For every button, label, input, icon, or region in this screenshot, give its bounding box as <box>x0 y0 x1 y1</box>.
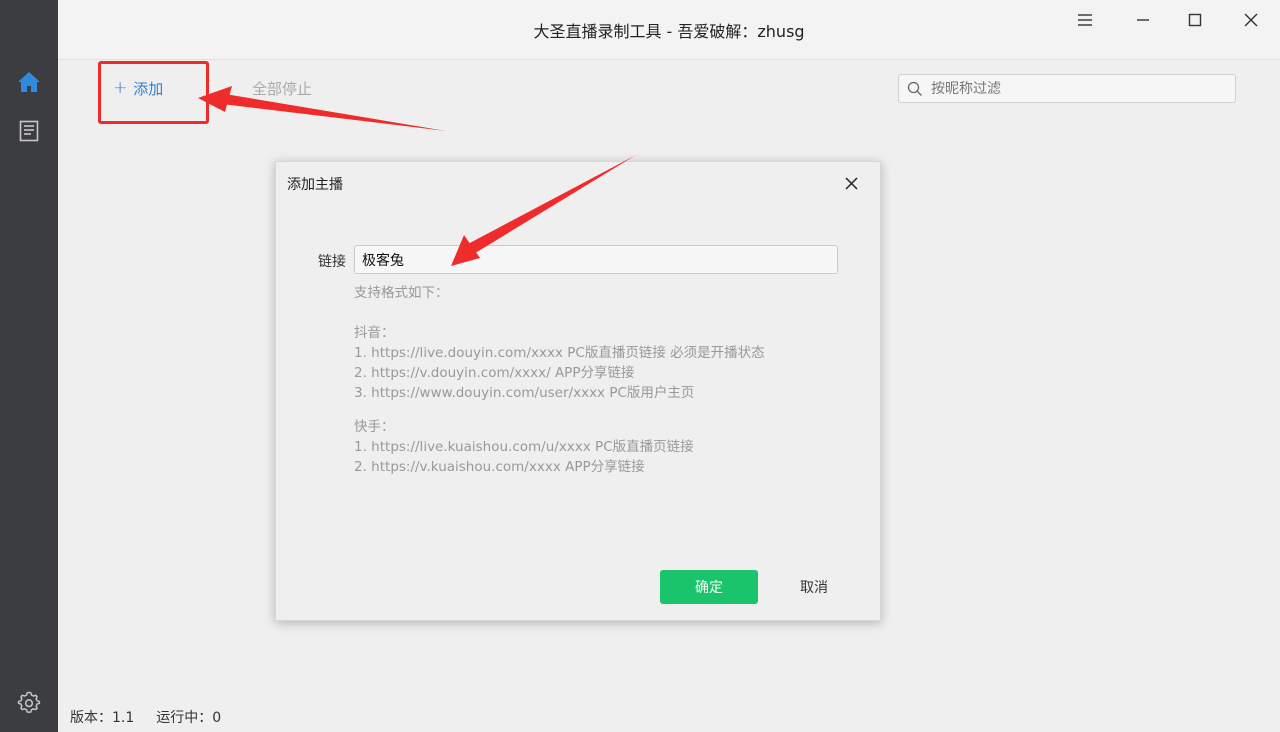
sidebar-item-home[interactable] <box>14 67 44 97</box>
close-icon <box>844 176 858 190</box>
maximize-button[interactable] <box>1181 8 1209 32</box>
search-icon <box>907 81 922 96</box>
help-line: 2. https://v.kuaishou.com/xxxx APP分享链接 <box>354 459 645 475</box>
minimize-button[interactable] <box>1129 8 1157 32</box>
settings-gear-icon <box>17 691 41 713</box>
sidebar <box>0 0 58 732</box>
minimize-icon <box>1137 19 1149 21</box>
running-count: 运行中：0 <box>156 710 222 726</box>
filter-box <box>898 74 1236 103</box>
version-text: 版本：1.1 <box>70 710 135 726</box>
help-line: 快手： <box>354 419 395 435</box>
help-line: 1. https://live.douyin.com/xxxx PC版直播页链接… <box>354 345 765 361</box>
dialog-close-button[interactable] <box>840 172 862 194</box>
link-label: 链接 <box>318 254 346 270</box>
help-line: 支持格式如下： <box>354 285 449 301</box>
menu-button[interactable] <box>1071 8 1099 32</box>
help-line: 1. https://live.kuaishou.com/u/xxxx PC版直… <box>354 439 694 455</box>
hamburger-menu-icon <box>1078 14 1092 26</box>
title-bar: 大圣直播录制工具 - 吾爱破解：zhusg <box>58 0 1280 60</box>
nickname-filter-input[interactable] <box>931 80 1221 97</box>
link-input[interactable] <box>354 245 838 274</box>
close-icon <box>1244 13 1258 27</box>
home-icon <box>18 72 40 92</box>
dialog-title: 添加主播 <box>287 177 343 193</box>
maximize-icon <box>1188 13 1202 27</box>
sidebar-item-settings[interactable] <box>14 688 44 718</box>
add-streamer-dialog: 添加主播 链接 支持格式如下： 抖音： 1. https://live.douy… <box>275 161 881 621</box>
status-bar: 版本：1.1 运行中：0 <box>70 707 221 727</box>
help-line: 抖音： <box>354 325 395 341</box>
cancel-button[interactable]: 取消 <box>784 570 844 604</box>
help-line: 2. https://v.douyin.com/xxxx/ APP分享链接 <box>354 365 635 381</box>
annotation-highlight-box <box>98 61 209 124</box>
supported-formats-help: 支持格式如下： 抖音： 1. https://live.douyin.com/x… <box>354 283 834 477</box>
notebook-icon <box>19 120 39 142</box>
confirm-button[interactable]: 确定 <box>660 570 758 604</box>
close-window-button[interactable] <box>1237 8 1265 32</box>
help-line: 3. https://www.douyin.com/user/xxxx PC版用… <box>354 385 695 401</box>
arrow-to-add-button <box>198 86 446 131</box>
sidebar-item-records[interactable] <box>14 116 44 146</box>
stop-all-button[interactable]: 全部停止 <box>252 78 312 99</box>
